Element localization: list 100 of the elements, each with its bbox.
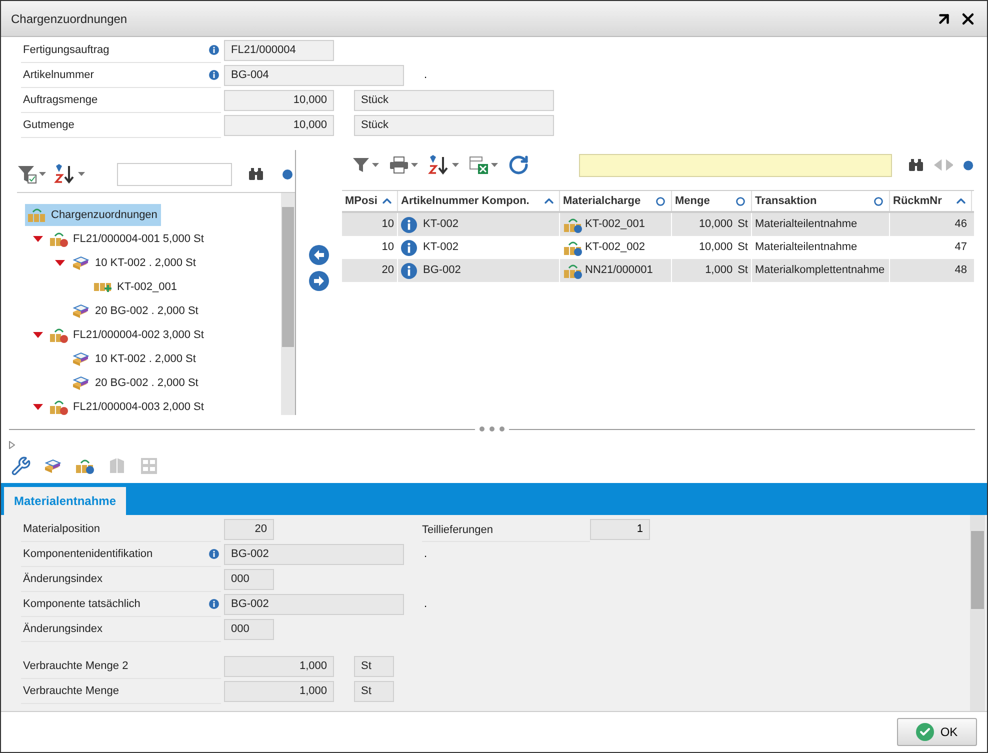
- sort-icon[interactable]: [54, 164, 85, 184]
- window-title: Chargenzuordnungen: [11, 10, 128, 28]
- unit-text: St: [738, 217, 748, 232]
- unit-field[interactable]: St: [354, 681, 394, 702]
- tree-item-label: Chargenzuordnungen: [51, 208, 158, 223]
- column-header[interactable]: Artikelnummer Kompon.: [398, 191, 560, 211]
- value-field[interactable]: 000: [224, 619, 274, 640]
- check-icon: [916, 723, 934, 741]
- binoculars-icon[interactable]: [908, 158, 924, 172]
- value-field[interactable]: 10,000: [224, 115, 334, 136]
- info-icon: [401, 216, 417, 232]
- field-label: Materialposition: [23, 522, 100, 537]
- search-field[interactable]: [117, 162, 232, 186]
- table-cell-text: 10,000: [698, 240, 733, 255]
- value-field[interactable]: BG-002: [224, 594, 404, 615]
- unit-field[interactable]: St: [354, 656, 394, 677]
- info-icon: [209, 599, 219, 609]
- filter-icon[interactable]: [352, 156, 379, 174]
- crate-info-icon[interactable]: [75, 458, 95, 474]
- wrench-icon[interactable]: [11, 456, 31, 476]
- tree-item[interactable]: FL21/000004-001 5,000 St: [47, 228, 208, 250]
- field-label: Änderungsindex: [23, 622, 103, 637]
- scrollbar[interactable]: [281, 193, 295, 415]
- stacked-blocks-icon: [71, 375, 91, 391]
- expand-triangle-icon[interactable]: [33, 235, 43, 243]
- field-label: Verbrauchte Menge 2: [23, 658, 128, 674]
- table-row[interactable]: 10 KT-002 KT-002_001 10,000 St Materialteilentnahme 46: [342, 213, 974, 236]
- circle-icon[interactable]: [736, 196, 745, 206]
- tree-item[interactable]: FL21/000004-003 2,000 St: [47, 396, 208, 415]
- tree-item-label: FL21/000004-001 5,000 St: [73, 232, 204, 247]
- crate-icon: [49, 399, 69, 415]
- tree-item-label: KT-002_001: [117, 280, 177, 295]
- refresh-icon[interactable]: [508, 154, 530, 176]
- stacked-blocks-icon: [71, 351, 91, 367]
- field-label: Gutmenge: [23, 118, 74, 133]
- expand-triangle-icon[interactable]: [33, 403, 43, 411]
- column-header[interactable]: RückmNr: [890, 191, 972, 211]
- ok-button[interactable]: OK: [897, 718, 977, 746]
- tree-item[interactable]: KT-002_001: [91, 276, 181, 298]
- binoculars-icon[interactable]: [248, 167, 264, 181]
- print-icon[interactable]: [389, 156, 418, 174]
- tree-item[interactable]: 20 BG-002 . 2,000 St: [69, 372, 202, 394]
- arrow-right-circle-icon[interactable]: [309, 270, 329, 290]
- stacked-blocks-icon: [71, 303, 91, 319]
- splitter-handle-icon[interactable]: [479, 426, 505, 432]
- column-header[interactable]: Transaktion: [752, 191, 890, 211]
- table-row[interactable]: 20 BG-002 NN21/000001 1,000 St Materialkomplettentnahme 48: [342, 259, 974, 282]
- value-field[interactable]: 1,000: [224, 656, 334, 677]
- tree-item[interactable]: 10 KT-002 . 2,000 St: [69, 252, 200, 274]
- tree-item[interactable]: Chargenzuordnungen: [25, 204, 162, 226]
- crate-icon: [93, 282, 113, 292]
- tree-item[interactable]: 20 BG-002 . 2,000 St: [69, 300, 202, 322]
- crate-icon: [563, 240, 583, 256]
- info-icon: [401, 240, 417, 256]
- field-label: Auftragsmenge: [23, 92, 98, 108]
- value-field[interactable]: BG-004: [224, 65, 404, 86]
- value-field[interactable]: BG-002: [224, 544, 404, 565]
- arrow-left-circle-icon[interactable]: [309, 244, 329, 264]
- unit-field[interactable]: Stück: [354, 115, 554, 136]
- excel-export-icon[interactable]: [469, 155, 498, 175]
- table-cell-text: 1,000: [705, 263, 733, 278]
- tree-item-label: FL21/000004-002 3,000 St: [73, 328, 204, 343]
- info-icon: [209, 45, 219, 55]
- value-field[interactable]: 000: [224, 569, 274, 590]
- field-label: Änderungsindex: [23, 572, 103, 587]
- expand-triangle-icon[interactable]: [55, 259, 65, 267]
- status-dot-icon: [282, 168, 293, 180]
- column-header[interactable]: Materialcharge: [560, 191, 672, 211]
- crate-icon: [75, 458, 95, 474]
- info-icon: [209, 549, 219, 559]
- status-dot-icon: [963, 160, 974, 170]
- column-header[interactable]: MPosi: [342, 191, 398, 211]
- table-cell-text: 10,000: [698, 217, 733, 232]
- field-label: Fertigungsauftrag: [23, 42, 110, 58]
- column-header[interactable]: Menge: [672, 191, 752, 211]
- note-text: .: [424, 68, 428, 84]
- table-cell-text: 47: [954, 240, 968, 255]
- scrollbar[interactable]: [970, 515, 985, 711]
- table-cell-text: NN21/000001: [585, 263, 653, 278]
- expand-arrow-icon[interactable]: [9, 441, 15, 449]
- tree-item[interactable]: 10 KT-002 . 2,000 St: [69, 348, 200, 370]
- value-field[interactable]: FL21/000004: [224, 40, 334, 61]
- value-field[interactable]: 20: [224, 519, 274, 540]
- field-label: Komponente tatsächlich: [23, 596, 140, 612]
- expand-triangle-icon[interactable]: [33, 331, 43, 339]
- value-field[interactable]: 1: [590, 519, 650, 540]
- crate-icon: [27, 207, 47, 223]
- value-field[interactable]: 10,000: [224, 90, 334, 111]
- crate-icon: [563, 216, 583, 232]
- unit-field[interactable]: Stück: [354, 90, 554, 111]
- table-cell-text: KT-002_001: [585, 217, 645, 232]
- sort-icon[interactable]: [428, 155, 459, 175]
- value-field[interactable]: 1,000: [224, 681, 334, 702]
- filter-check-icon[interactable]: [17, 164, 46, 184]
- circle-icon[interactable]: [656, 196, 665, 206]
- circle-icon[interactable]: [874, 196, 883, 206]
- crate-icon: [49, 231, 69, 247]
- tree-item-label: 20 BG-002 . 2,000 St: [95, 304, 198, 319]
- search-field[interactable]: [579, 154, 892, 176]
- tree-item[interactable]: FL21/000004-002 3,000 St: [47, 324, 208, 346]
